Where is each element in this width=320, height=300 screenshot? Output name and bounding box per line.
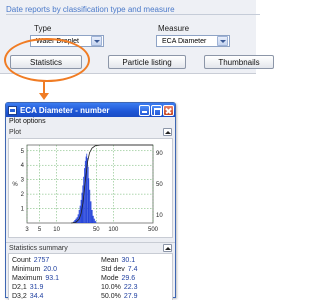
measure-dropdown-value: ECA Diameter bbox=[162, 37, 207, 45]
y-tick-label: 1 bbox=[21, 207, 25, 213]
histogram-bar bbox=[84, 168, 85, 223]
histogram-bar bbox=[90, 201, 92, 223]
particle-listing-button[interactable]: Particle listing bbox=[108, 55, 186, 69]
statistics-summary: Count 2757 Mean 30.1 Minimum 20.0 Std dev 7.4 Ma… bbox=[8, 253, 173, 300]
chevron-down-icon[interactable] bbox=[217, 36, 228, 46]
stat-value: 7.4 bbox=[127, 266, 138, 273]
stat-value: 29.6 bbox=[121, 275, 136, 282]
histogram-bar bbox=[91, 210, 93, 223]
stat-value: 34.4 bbox=[29, 293, 44, 300]
y2-tick-label: 10 bbox=[156, 213, 163, 219]
stat-label: Std dev bbox=[101, 266, 125, 273]
stat-label: 10.0% bbox=[101, 284, 121, 291]
menu-plot-options[interactable]: Plot options bbox=[9, 118, 46, 125]
stat-mean: Mean 30.1 bbox=[101, 257, 135, 264]
stat-label: Mode bbox=[101, 275, 119, 282]
y2-tick-label: 50 bbox=[156, 182, 163, 188]
plot-section-label: Plot bbox=[9, 129, 22, 136]
y-tick-label: 2 bbox=[21, 192, 25, 198]
stat-count: Count 2757 bbox=[12, 257, 49, 264]
stat-label: Mean bbox=[101, 257, 119, 264]
stat-label: 50.0% bbox=[101, 293, 121, 300]
x-tick-label: 5 bbox=[38, 227, 42, 233]
measure-dropdown[interactable]: ECA Diameter bbox=[156, 35, 230, 47]
stat-label: D2,1 bbox=[12, 284, 27, 291]
histogram-bar bbox=[84, 160, 86, 223]
stat-label: D3,2 bbox=[12, 293, 27, 300]
plot-section-header: Plot bbox=[6, 127, 175, 138]
stat-d3-2: D3,2 34.4 bbox=[12, 293, 43, 300]
chevron-down-icon[interactable] bbox=[91, 36, 102, 46]
stat-mode: Mode 29.6 bbox=[101, 275, 135, 282]
window-titlebar[interactable]: ECA Diameter - number bbox=[6, 103, 175, 117]
group-title: Date reports by classification type and … bbox=[6, 5, 175, 14]
histogram-chart: 1 2 3 4 5 3 5 10 50 100 500 10 50 90% bbox=[12, 144, 163, 233]
stat-d2-1: D2,1 31.9 bbox=[12, 284, 43, 291]
stat-std-dev: Std dev 7.4 bbox=[101, 266, 137, 273]
stats-section-header: Statistics summary bbox=[6, 242, 175, 253]
highlight-ellipse bbox=[4, 38, 90, 82]
stat-label: Count bbox=[12, 257, 31, 264]
histogram-bar bbox=[85, 156, 87, 223]
close-icon[interactable] bbox=[163, 104, 174, 116]
y-axis-label: % bbox=[12, 182, 18, 188]
measure-label: Measure bbox=[158, 24, 190, 33]
histogram-bar bbox=[78, 210, 80, 223]
stat-value: 20.0 bbox=[43, 266, 58, 273]
window-title: ECA Diameter - number bbox=[20, 105, 110, 115]
stat-maximum: Maximum 93.1 bbox=[12, 275, 59, 282]
thumbnails-button[interactable]: Thumbnails bbox=[204, 55, 274, 69]
y-tick-label: 3 bbox=[21, 178, 25, 184]
stat-label: Maximum bbox=[12, 275, 43, 282]
stat-value: 2757 bbox=[33, 257, 50, 264]
minimize-icon[interactable] bbox=[139, 104, 150, 116]
eca-diameter-window: ECA Diameter - number Plot options Plot … bbox=[5, 102, 176, 300]
x-tick-label: 500 bbox=[148, 227, 159, 233]
stats-section-label: Statistics summary bbox=[9, 245, 68, 252]
collapse-stats-button[interactable] bbox=[163, 244, 172, 252]
x-tick-label: 100 bbox=[108, 227, 119, 233]
menu-bar: Plot options bbox=[6, 117, 175, 127]
histogram-bar bbox=[76, 217, 78, 223]
histogram-bar bbox=[94, 220, 96, 223]
histogram-bar bbox=[95, 222, 97, 223]
x-tick-label: 10 bbox=[53, 227, 60, 233]
stat-label: Minimum bbox=[12, 266, 41, 273]
collapse-plot-button[interactable] bbox=[163, 128, 172, 136]
y-tick-label: 4 bbox=[21, 163, 25, 169]
y-tick-label: 5 bbox=[21, 149, 25, 155]
stat-value: 22.3 bbox=[123, 284, 138, 291]
stat-minimum: Minimum 20.0 bbox=[12, 266, 57, 273]
histogram-bar bbox=[77, 214, 79, 223]
arrow-down-icon bbox=[39, 93, 49, 100]
stat-value: 31.9 bbox=[29, 284, 44, 291]
histogram-bar bbox=[89, 189, 91, 223]
stat-50-0: 50.0% 27.9 bbox=[101, 293, 137, 300]
y2-tick-label: 90 bbox=[156, 151, 163, 157]
stat-value: 27.9 bbox=[123, 293, 138, 300]
histogram-plot: 1 2 3 4 5 3 5 10 50 100 500 10 50 90% bbox=[8, 138, 173, 238]
stat-10-0: 10.0% 22.3 bbox=[101, 284, 137, 291]
maximize-icon[interactable] bbox=[151, 104, 162, 116]
type-label: Type bbox=[34, 24, 52, 33]
x-tick-label: 3 bbox=[25, 227, 29, 233]
histogram-bar bbox=[93, 218, 95, 223]
histogram-bar bbox=[92, 215, 94, 223]
stat-value: 30.1 bbox=[121, 257, 136, 264]
x-tick-label: 50 bbox=[93, 227, 100, 233]
group-divider bbox=[6, 14, 260, 15]
stat-value: 93.1 bbox=[45, 275, 59, 282]
histogram-bar bbox=[88, 178, 90, 223]
histogram-bar bbox=[87, 166, 89, 223]
app-icon bbox=[8, 105, 17, 115]
